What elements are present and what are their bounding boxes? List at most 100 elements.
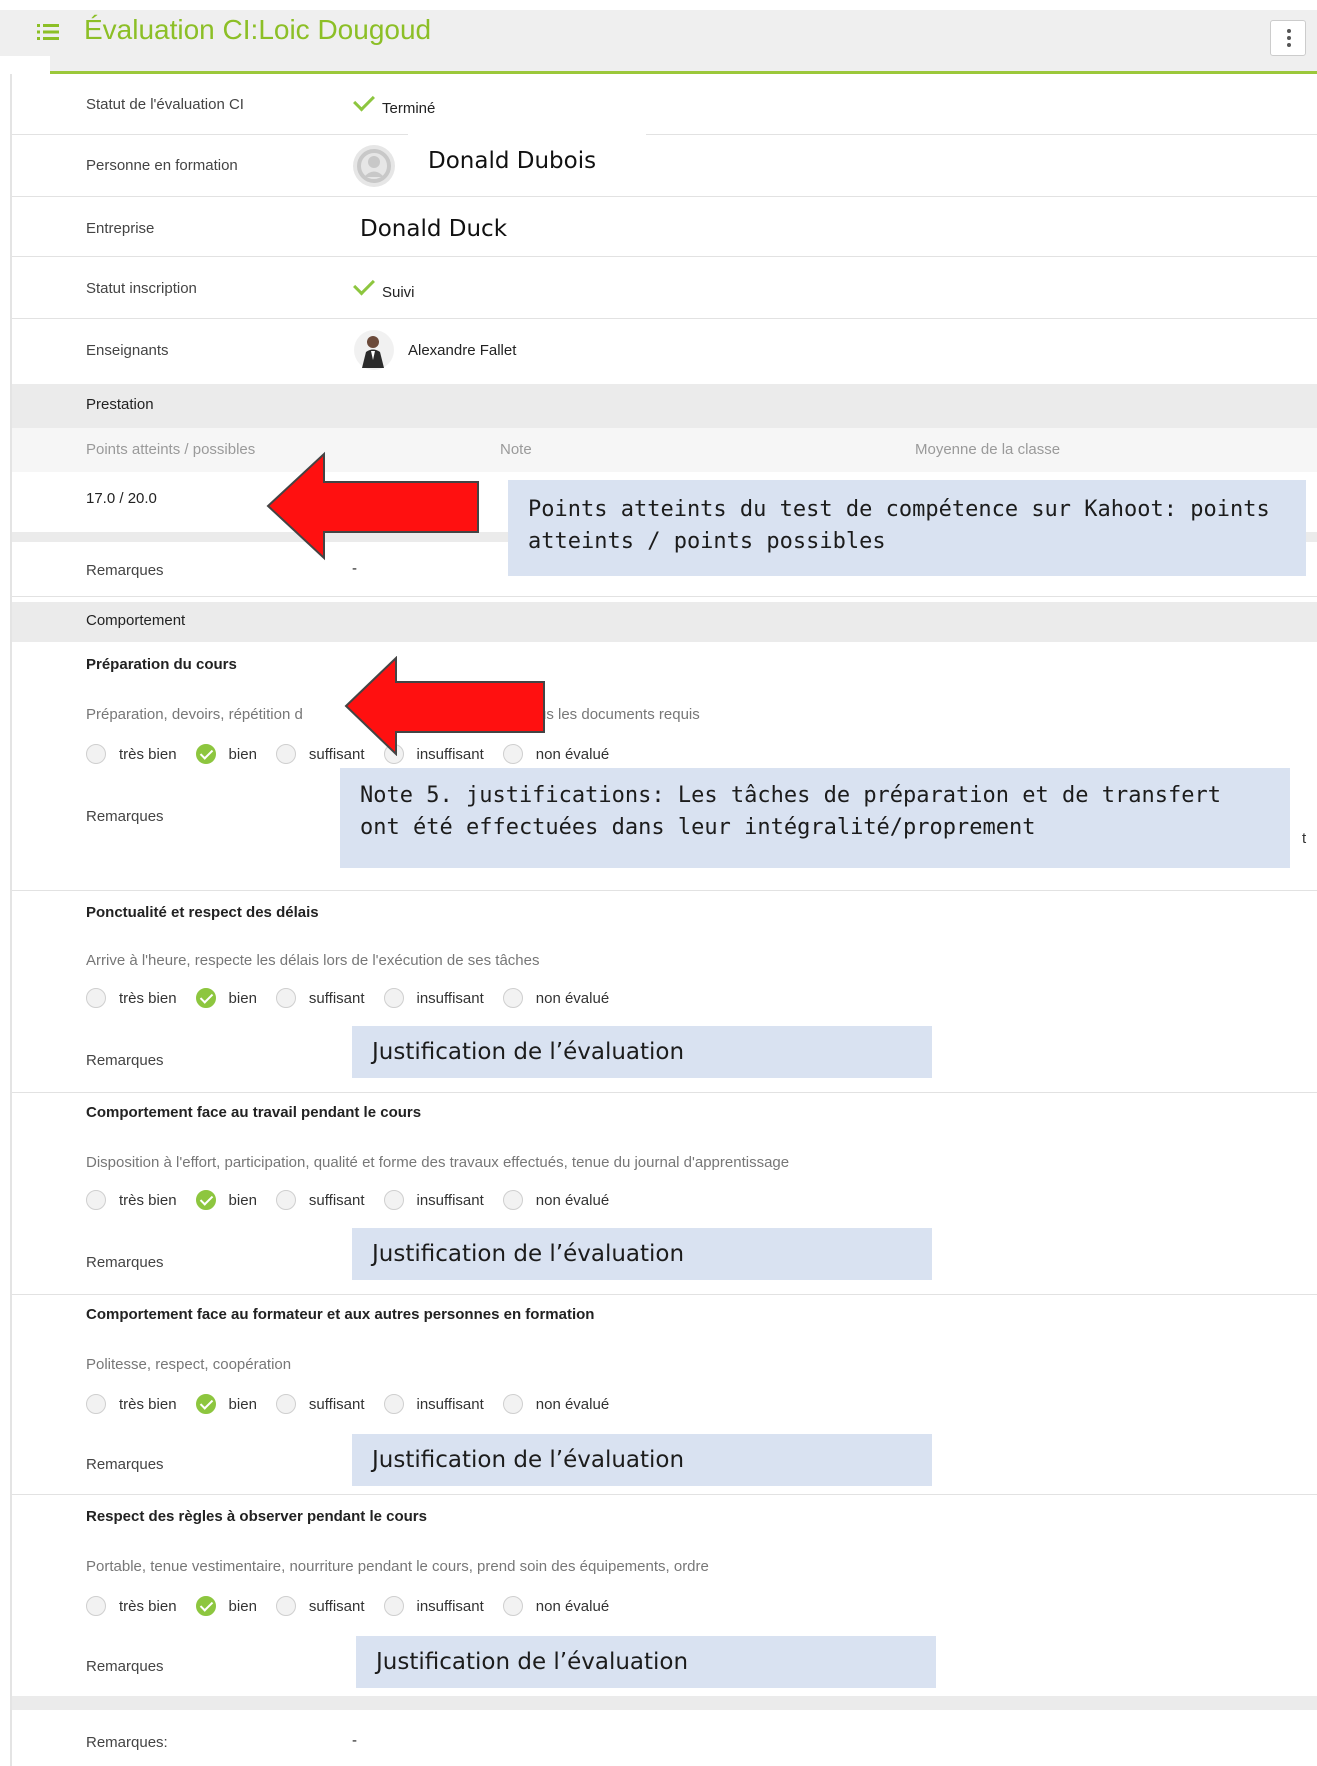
annotation-note: Justification de l’évaluation — [352, 1434, 932, 1486]
divider — [12, 1092, 1317, 1093]
company-label: Entreprise — [86, 220, 155, 237]
radio-icon[interactable] — [502, 1190, 523, 1210]
rating-option[interactable]: très bien — [86, 1190, 177, 1210]
radio-checked-icon[interactable] — [195, 1596, 216, 1616]
radio-icon[interactable] — [86, 744, 106, 764]
rating-option[interactable]: bien — [195, 1394, 257, 1414]
registration-value: Suivi — [350, 273, 415, 301]
rating-option[interactable]: bien — [195, 1596, 257, 1616]
clipped-text: t — [1302, 830, 1307, 847]
rating-option[interactable]: insuffisant — [383, 1596, 484, 1616]
teachers-label: Enseignants — [86, 342, 169, 359]
rating-option[interactable]: très bien — [86, 1596, 177, 1616]
rating-option[interactable]: bien — [195, 744, 257, 764]
radio-icon[interactable] — [502, 1394, 523, 1414]
rating-option[interactable]: très bien — [86, 1394, 177, 1414]
radio-checked-icon[interactable] — [195, 988, 216, 1008]
rating-option[interactable]: suffisant — [275, 1190, 365, 1210]
annotation-note: Justification de l’évaluation — [352, 1228, 932, 1280]
remarks-value: - — [352, 560, 357, 577]
remarks-label: Remarques — [86, 562, 164, 579]
radio-icon[interactable] — [383, 988, 404, 1008]
criterion-desc: us les documents requis — [538, 706, 700, 723]
trainee-label: Personne en formation — [86, 157, 238, 174]
radio-icon[interactable] — [275, 1190, 296, 1210]
rating-option[interactable]: très bien — [86, 988, 177, 1008]
criterion-title: Comportement face au formateur et aux au… — [86, 1306, 595, 1323]
remarks-label: Remarques — [86, 1052, 164, 1069]
radio-icon[interactable] — [275, 1596, 296, 1616]
divider — [12, 1494, 1317, 1495]
rating-group[interactable]: très bien bien suffisant insuffisant non… — [86, 1594, 628, 1618]
registration-label: Statut inscription — [86, 280, 197, 297]
teacher-name[interactable]: Alexandre Fallet — [408, 342, 516, 359]
radio-icon[interactable] — [502, 988, 523, 1008]
criterion-desc: Arrive à l'heure, respecte les délais lo… — [86, 952, 540, 969]
rating-option[interactable]: suffisant — [275, 1596, 365, 1616]
criterion-desc: Préparation, devoirs, répétition d — [86, 706, 303, 723]
section-header — [12, 602, 1317, 642]
radio-icon[interactable] — [86, 988, 106, 1008]
divider — [12, 596, 1317, 597]
criterion-desc: Portable, tenue vestimentaire, nourritur… — [86, 1558, 709, 1575]
criterion-title: Respect des règles à observer pendant le… — [86, 1508, 427, 1525]
rating-option[interactable]: non évalué — [502, 988, 609, 1008]
radio-checked-icon[interactable] — [195, 1190, 216, 1210]
remarks-label: Remarques — [86, 1658, 164, 1675]
kebab-icon[interactable] — [1270, 20, 1306, 56]
prestation-heading: Prestation — [86, 396, 154, 413]
panel-corner — [0, 56, 50, 108]
section-gap — [12, 1696, 1317, 1710]
radio-icon[interactable] — [86, 1394, 106, 1414]
section-header — [12, 384, 1317, 428]
remarks-label: Remarques — [86, 808, 164, 825]
rating-option[interactable]: suffisant — [275, 1394, 365, 1414]
rating-group[interactable]: très bien bien suffisant insuffisant non… — [86, 1392, 628, 1416]
criterion-desc: Politesse, respect, coopération — [86, 1356, 292, 1373]
rating-group[interactable]: très bien bien suffisant insuffisant non… — [86, 1188, 628, 1212]
annotation-note: Note 5. justifications: Les tâches de pr… — [340, 768, 1290, 868]
criterion-title: Ponctualité et respect des délais — [86, 904, 319, 921]
annotation-note: Points atteints du test de compétence su… — [508, 480, 1306, 576]
behaviour-heading: Comportement — [86, 612, 186, 629]
points-value: 17.0 / 20.0 — [86, 490, 157, 507]
list-icon[interactable] — [36, 20, 60, 44]
radio-checked-icon[interactable] — [195, 744, 216, 764]
radio-icon[interactable] — [502, 1596, 523, 1616]
radio-checked-icon[interactable] — [195, 1394, 216, 1414]
rating-option[interactable]: non évalué — [502, 1190, 609, 1210]
rating-option[interactable]: bien — [195, 988, 257, 1008]
annotation-note: Justification de l’évaluation — [352, 1026, 932, 1078]
avatar-placeholder-icon — [353, 145, 395, 187]
radio-icon[interactable] — [383, 1596, 404, 1616]
final-remarks-label: Remarques: — [86, 1734, 168, 1751]
criterion-title: Comportement face au travail pendant le … — [86, 1104, 422, 1121]
radio-icon[interactable] — [86, 1596, 106, 1616]
rating-option[interactable]: insuffisant — [383, 988, 484, 1008]
radio-icon[interactable] — [383, 1190, 404, 1210]
divider — [12, 318, 1317, 319]
status-label: Statut de l'évaluation CI — [86, 96, 244, 113]
rating-option[interactable]: insuffisant — [383, 1190, 484, 1210]
rating-option[interactable]: très bien — [86, 744, 177, 764]
radio-icon[interactable] — [86, 1190, 106, 1210]
rating-option[interactable]: bien — [195, 1190, 257, 1210]
teacher-avatar[interactable] — [354, 330, 394, 370]
check-icon — [353, 273, 375, 296]
radio-icon[interactable] — [275, 744, 296, 764]
rating-group[interactable]: très bien bien suffisant insuffisant non… — [86, 986, 628, 1010]
remarks-label: Remarques — [86, 1456, 164, 1473]
left-border — [10, 74, 12, 1766]
col-points: Points atteints / possibles — [86, 441, 256, 458]
annotation-note: Justification de l’évaluation — [356, 1636, 936, 1688]
page-title: Évaluation CI:Loic Dougoud — [84, 14, 432, 45]
radio-icon[interactable] — [275, 1394, 296, 1414]
divider — [12, 890, 1317, 891]
rating-option[interactable]: non évalué — [502, 1394, 609, 1414]
radio-icon[interactable] — [383, 1394, 404, 1414]
rating-option[interactable]: suffisant — [275, 988, 365, 1008]
divider — [12, 196, 1317, 197]
rating-option[interactable]: non évalué — [502, 1596, 609, 1616]
radio-icon[interactable] — [275, 988, 296, 1008]
rating-option[interactable]: insuffisant — [383, 1394, 484, 1414]
